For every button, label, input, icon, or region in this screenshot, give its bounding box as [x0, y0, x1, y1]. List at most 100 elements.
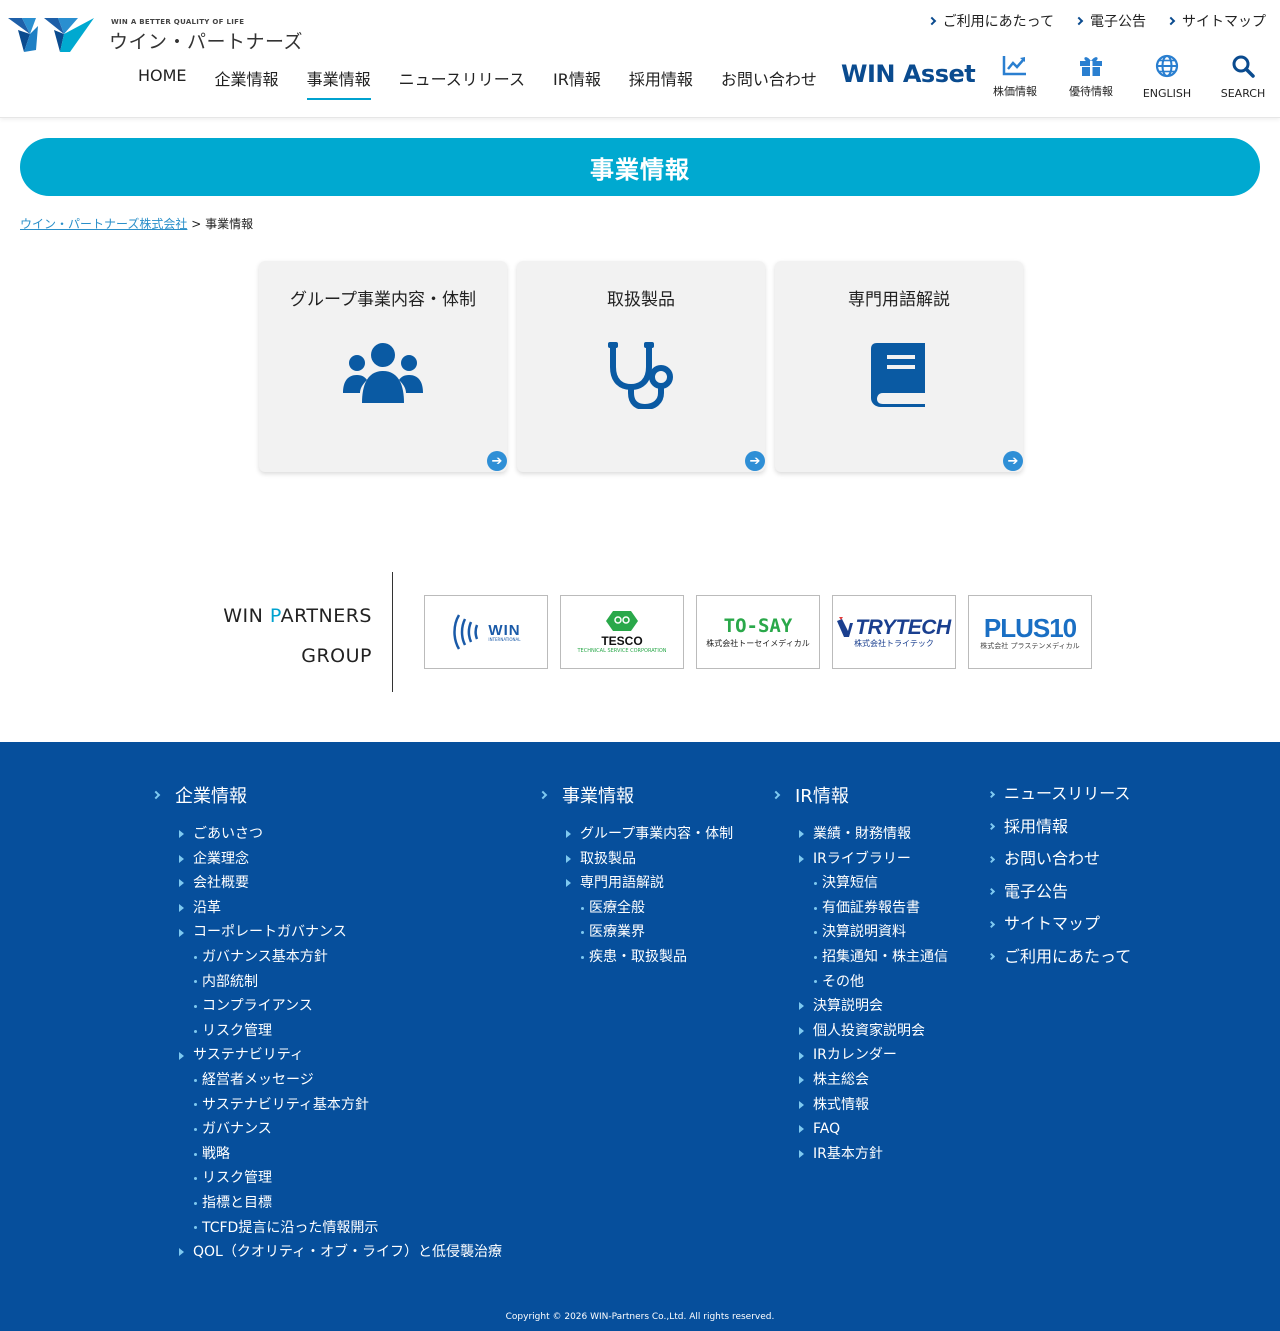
card-glossary[interactable]: 専門用語解説 ➔: [775, 261, 1023, 472]
footer-link[interactable]: TCFD提言に沿った情報開示: [153, 1216, 502, 1241]
nav-company[interactable]: 企業情報: [215, 66, 279, 100]
footer-link[interactable]: コンプライアンス: [153, 994, 502, 1019]
chevron-right-icon: [987, 920, 996, 928]
util-link-public-notice[interactable]: 電子公告: [1074, 11, 1146, 31]
footer-link[interactable]: 決算説明資料: [773, 920, 948, 945]
search-link[interactable]: SEARCH: [1213, 54, 1273, 101]
footer-link[interactable]: QOL（クオリティ・オブ・ライフ）と低侵襲治療: [153, 1240, 502, 1265]
footer-link[interactable]: ご利用にあたって: [987, 941, 1131, 974]
footer-link[interactable]: 経営者メッセージ: [153, 1068, 502, 1093]
footer-head-business[interactable]: 事業情報: [538, 782, 733, 808]
card-title: 取扱製品: [607, 290, 675, 310]
footer-list-business: グループ事業内容・体制 取扱製品 専門用語解説 医療全般 医療業界 疾患・取扱製品: [540, 822, 733, 970]
nav-home[interactable]: HOME: [138, 66, 187, 100]
logo-plus10[interactable]: PLUS10 株式会社 プラステンメディカル: [968, 595, 1092, 669]
footer-link[interactable]: 指標と目標: [153, 1191, 502, 1216]
footer-link[interactable]: ガバナンス基本方針: [153, 945, 502, 970]
breadcrumb-home-link[interactable]: ウイン・パートナーズ株式会社: [20, 217, 187, 231]
footer-link[interactable]: コーポレートガバナンス: [153, 920, 502, 945]
bullet-dot-icon: [194, 1103, 197, 1107]
benefit-info-link[interactable]: 優待情報: [1061, 54, 1121, 99]
footer-link[interactable]: 医療業界: [540, 920, 733, 945]
business-cards: グループ事業内容・体制 ➔ 取扱製品 ➔ 専門用語解説 ➔: [259, 261, 1023, 472]
logo-tesco[interactable]: TESCO TECHNICAL SERVICE CORPORATION: [560, 595, 684, 669]
card-title: 専門用語解説: [848, 290, 950, 310]
breadcrumb-separator: >: [191, 217, 202, 231]
logo-tosay[interactable]: TO-SAY 株式会社トーセイメディカル: [696, 595, 820, 669]
english-link[interactable]: ENGLISH: [1137, 54, 1197, 101]
footer-link[interactable]: 決算説明会: [773, 994, 948, 1019]
nav-recruit[interactable]: 採用情報: [629, 66, 693, 100]
footer-head-company[interactable]: 企業情報: [151, 782, 502, 808]
util-link-terms[interactable]: ご利用にあたって: [927, 11, 1054, 31]
footer-link[interactable]: お問い合わせ: [987, 843, 1131, 876]
chevron-right-icon: [987, 855, 996, 863]
stock-info-link[interactable]: 株価情報: [985, 54, 1045, 99]
footer-link[interactable]: グループ事業内容・体制: [540, 822, 733, 847]
card-title: グループ事業内容・体制: [290, 290, 476, 310]
users-icon: [343, 343, 423, 403]
triangle-right-icon: [799, 1076, 804, 1085]
footer-link[interactable]: 専門用語解説: [540, 871, 733, 896]
site-header: WIN A BETTER QUALITY OF LIFE ウイン・パートナーズ …: [0, 0, 1280, 118]
footer-link[interactable]: ガバナンス: [153, 1117, 502, 1142]
triangle-right-icon: [799, 1100, 804, 1109]
footer-link[interactable]: IRライブラリー: [773, 847, 948, 872]
gift-icon: [1080, 57, 1102, 76]
footer-link[interactable]: 有価証券報告書: [773, 896, 948, 921]
footer-link[interactable]: 採用情報: [987, 811, 1131, 844]
bullet-dot-icon: [814, 955, 817, 959]
footer-link[interactable]: 株主総会: [773, 1068, 948, 1093]
nav-ir[interactable]: IR情報: [553, 66, 601, 100]
footer-link[interactable]: 企業理念: [153, 847, 502, 872]
card-products[interactable]: 取扱製品 ➔: [517, 261, 765, 472]
footer-link[interactable]: FAQ: [773, 1117, 948, 1142]
footer-link[interactable]: 電子公告: [987, 876, 1131, 909]
chart-line-icon: [1002, 56, 1026, 76]
footer-link[interactable]: 招集通知・株主通信: [773, 945, 948, 970]
footer-link[interactable]: 疾患・取扱製品: [540, 945, 733, 970]
footer-link[interactable]: その他: [773, 970, 948, 995]
footer-link[interactable]: サイトマップ: [987, 908, 1131, 941]
footer-head-ir[interactable]: IR情報: [771, 782, 948, 808]
globe-icon: [1155, 54, 1179, 78]
footer-link[interactable]: リスク管理: [153, 1019, 502, 1044]
breadcrumb-current: 事業情報: [205, 217, 254, 231]
util-link-sitemap[interactable]: サイトマップ: [1166, 11, 1266, 31]
triangle-right-icon: [179, 1248, 184, 1257]
footer-link[interactable]: サステナビリティ: [153, 1043, 502, 1068]
logo-win-international[interactable]: WIN INTERNATIONAL: [424, 595, 548, 669]
main-nav: HOME 企業情報 事業情報 ニュースリリース IR情報 採用情報 お問い合わせ: [138, 66, 845, 100]
bullet-dot-icon: [194, 1177, 197, 1181]
logo-trytech[interactable]: TRYTECH 株式会社トライテック: [832, 595, 956, 669]
site-logo[interactable]: WIN A BETTER QUALITY OF LIFE ウイン・パートナーズ: [8, 16, 308, 56]
chevron-right-icon: [927, 16, 936, 26]
footer-link[interactable]: 会社概要: [153, 871, 502, 896]
chevron-right-icon: [987, 823, 996, 831]
footer-link[interactable]: 取扱製品: [540, 847, 733, 872]
footer-link[interactable]: ニュースリリース: [987, 778, 1131, 811]
footer-link[interactable]: 決算短信: [773, 871, 948, 896]
footer-link[interactable]: IRカレンダー: [773, 1043, 948, 1068]
footer-link[interactable]: 業績・財務情報: [773, 822, 948, 847]
triangle-right-icon: [799, 1150, 804, 1159]
chevron-right-icon: [771, 790, 781, 800]
footer-link[interactable]: サステナビリティ基本方針: [153, 1093, 502, 1118]
nav-contact[interactable]: お問い合わせ: [721, 66, 817, 100]
card-group-business[interactable]: グループ事業内容・体制 ➔: [259, 261, 507, 472]
footer-link[interactable]: 内部統制: [153, 970, 502, 995]
nav-news[interactable]: ニュースリリース: [399, 66, 525, 100]
footer-link[interactable]: ごあいさつ: [153, 822, 502, 847]
bullet-dot-icon: [814, 931, 817, 935]
nav-business[interactable]: 事業情報: [306, 66, 371, 100]
bullet-dot-icon: [194, 980, 197, 984]
footer-link[interactable]: 医療全般: [540, 896, 733, 921]
footer-link[interactable]: IR基本方針: [773, 1142, 948, 1167]
footer-link[interactable]: 戦略: [153, 1142, 502, 1167]
footer-link[interactable]: 個人投資家説明会: [773, 1019, 948, 1044]
footer-link[interactable]: 沿革: [153, 896, 502, 921]
bullet-dot-icon: [194, 1127, 197, 1131]
win-asset-link[interactable]: WIN Asset: [841, 60, 976, 88]
footer-link[interactable]: リスク管理: [153, 1166, 502, 1191]
footer-link[interactable]: 株式情報: [773, 1093, 948, 1118]
